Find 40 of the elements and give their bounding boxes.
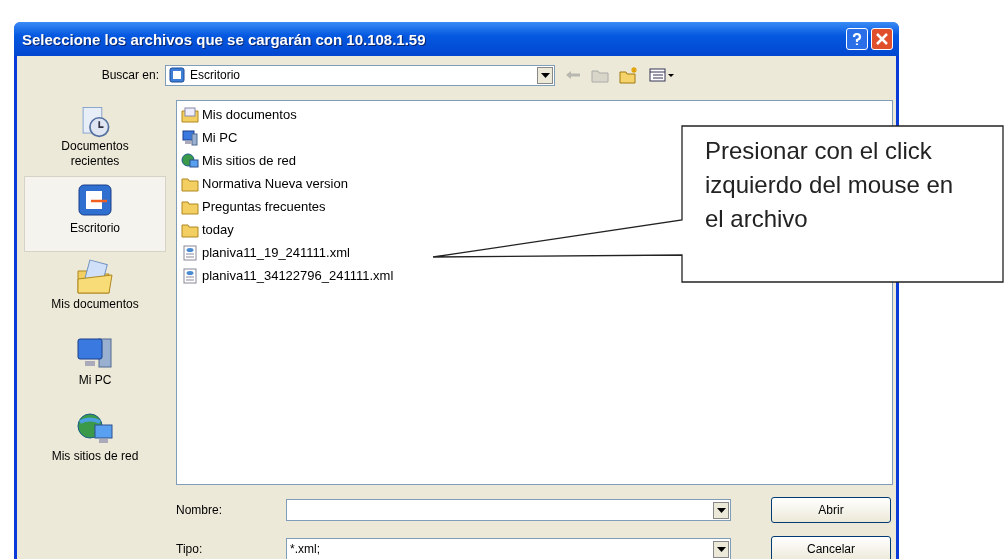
places-item[interactable]: Mis sitios de red: [24, 404, 166, 480]
close-icon: [875, 32, 889, 46]
file-type-dropdown[interactable]: *.xml;: [286, 538, 731, 559]
open-button[interactable]: Abrir: [771, 497, 891, 523]
file-item[interactable]: planiva11_19_241111.xml: [181, 241, 350, 264]
help-icon: [850, 32, 864, 46]
file-item[interactable]: Preguntas frecuentes: [181, 195, 326, 218]
new-folder-icon[interactable]: [619, 66, 639, 84]
file-name-label: Nombre:: [176, 503, 223, 517]
window-title: Seleccione los archivos que se cargarán con 10.108.1.59: [22, 30, 426, 48]
file-item[interactable]: today: [181, 218, 234, 241]
back-arrow-icon[interactable]: [565, 68, 581, 82]
folder-icon: [181, 221, 199, 238]
file-item[interactable]: Normativa Nueva version: [181, 172, 348, 195]
folder-icon: [181, 175, 199, 192]
file-name-field[interactable]: [286, 499, 731, 521]
view-menu-icon[interactable]: [649, 67, 675, 83]
document-folder-icon: [181, 106, 199, 123]
folder-icon: [181, 198, 199, 215]
look-in-dropdown[interactable]: Escritorio: [165, 64, 555, 86]
help-button[interactable]: [846, 28, 868, 50]
places-item[interactable]: Documentos recientes: [24, 100, 166, 176]
file-item[interactable]: Mis sitios de red: [181, 149, 296, 172]
folder-up-icon[interactable]: [591, 67, 609, 83]
xml-file-icon: [181, 267, 199, 284]
open-folder-icon: [75, 257, 115, 297]
file-item[interactable]: planiva11_34122796_241111.xml: [181, 264, 394, 287]
cancel-button[interactable]: Cancelar: [771, 536, 891, 559]
places-item[interactable]: Escritorio: [24, 176, 166, 252]
xml-file-icon: [181, 244, 199, 261]
file-item[interactable]: Mis documentos: [181, 103, 297, 126]
file-type-label: Tipo:: [176, 542, 204, 556]
places-item[interactable]: Mis documentos: [24, 252, 166, 328]
places-item[interactable]: Mi PC: [24, 328, 166, 404]
file-item[interactable]: Mi PC: [181, 126, 238, 149]
look-in-label: Buscar en:: [100, 68, 160, 82]
close-button[interactable]: [871, 28, 893, 50]
globe-computer-icon: [181, 152, 199, 169]
computer-icon: [181, 129, 199, 146]
callout-text: Presionar con el click izquierdo del mouse en el archivo: [705, 136, 955, 234]
